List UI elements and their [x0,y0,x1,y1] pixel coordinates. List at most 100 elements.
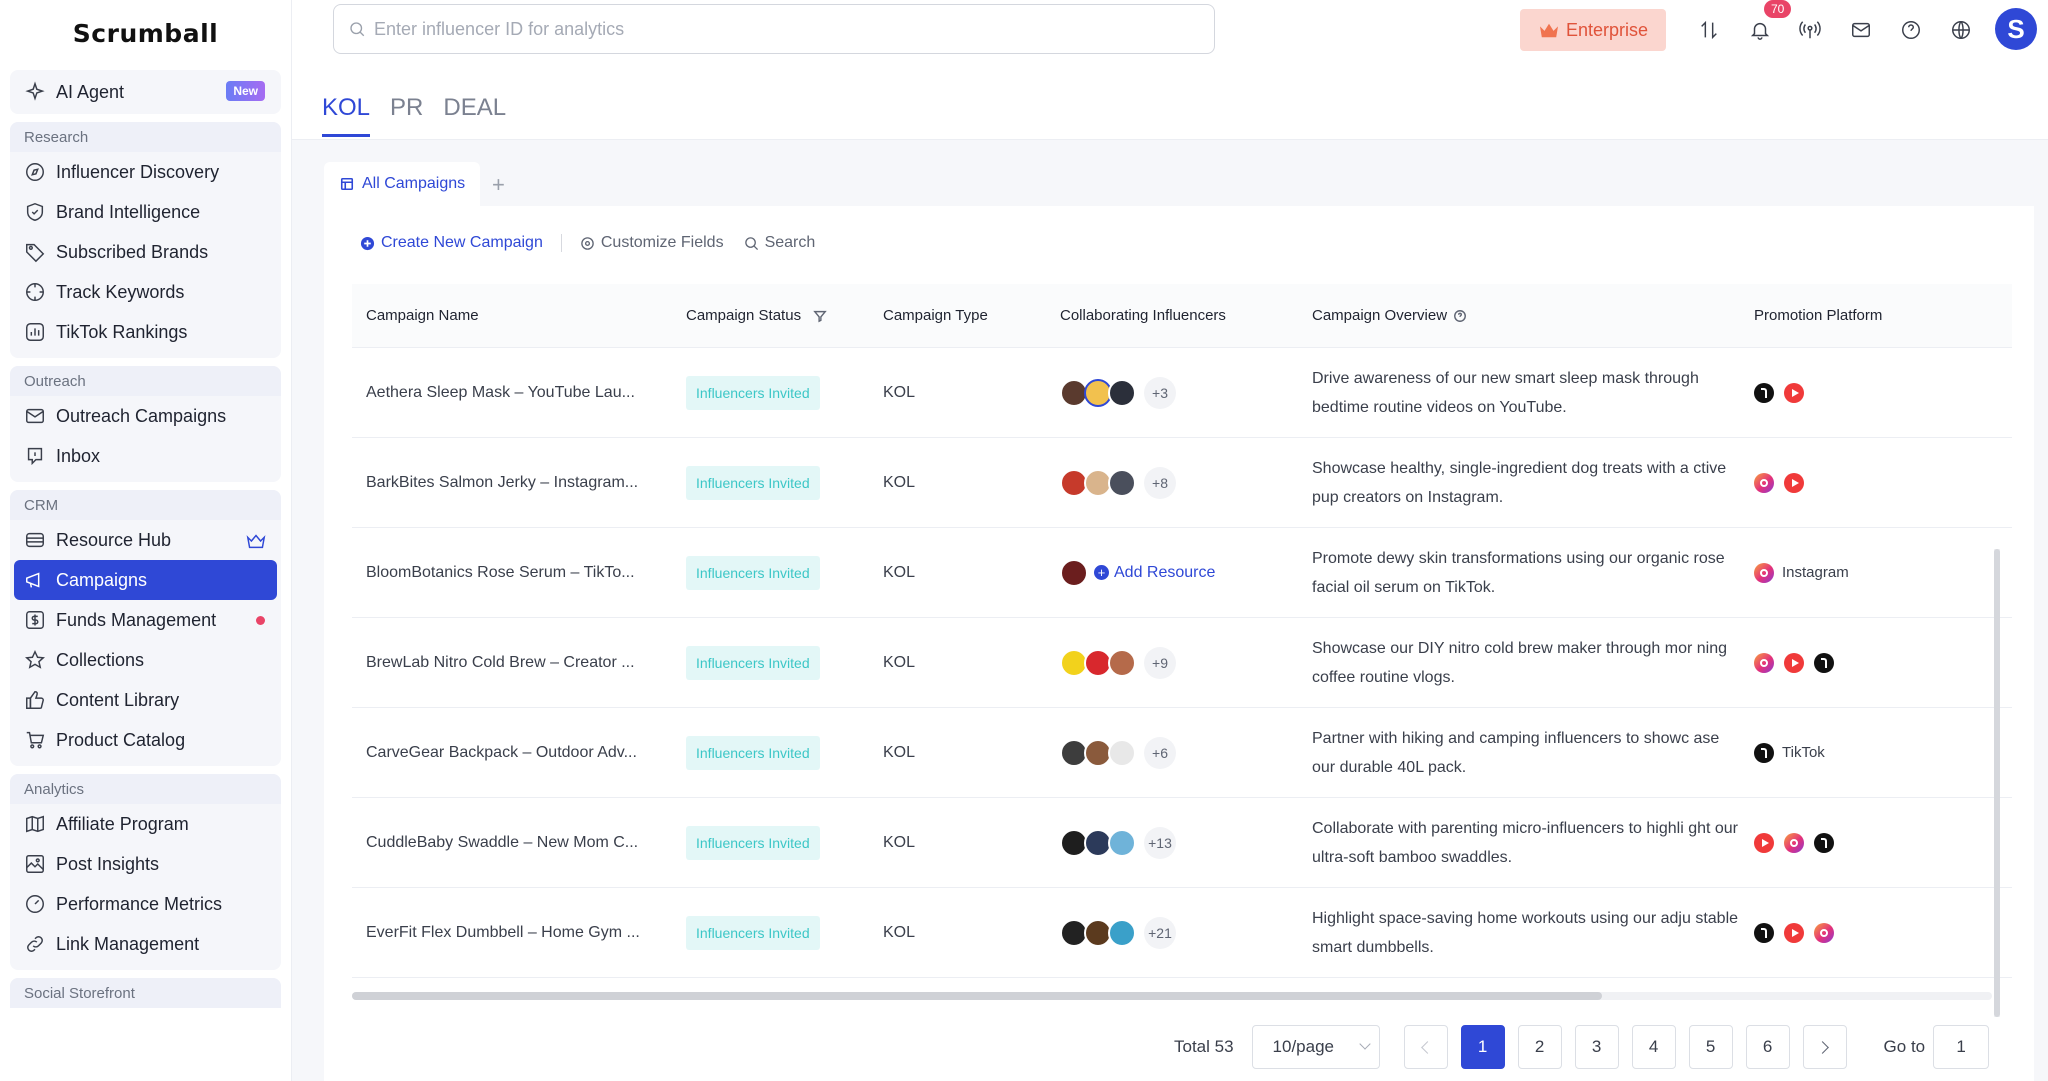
influencer-avatars[interactable]: +3 [1046,376,1298,409]
page-button-4[interactable]: 4 [1631,1025,1676,1069]
more-influencers-count[interactable]: +13 [1144,826,1176,859]
campaign-name[interactable]: BloomBotanics Rose Serum – TikTo... [352,564,672,582]
add-resource-button[interactable]: + Add Resource [1094,564,1215,582]
more-influencers-count[interactable]: +9 [1144,646,1176,679]
sidebar-item-product-catalog[interactable]: Product Catalog [14,720,277,760]
user-avatar[interactable]: S [1995,8,2037,50]
envelope-icon[interactable] [1849,18,1873,42]
influencer-avatars[interactable]: +21 [1046,916,1298,949]
search-input[interactable] [374,18,1194,40]
influencer-avatars[interactable]: +8 [1046,466,1298,499]
prev-page-button[interactable] [1403,1025,1448,1069]
influencer-avatar[interactable] [1060,558,1088,587]
influencer-avatar[interactable] [1108,738,1136,767]
header-campaign-type[interactable]: Campaign Type [869,307,1046,324]
influencer-avatars[interactable]: +6 [1046,736,1298,769]
crown-icon [1539,23,1558,38]
customize-fields-button[interactable]: Customize Fields [580,234,724,252]
sidebar-item-funds-management[interactable]: Funds Management [14,600,277,640]
influencer-avatar[interactable] [1108,468,1136,497]
header-campaign-name[interactable]: Campaign Name [352,307,672,324]
campaign-name[interactable]: CarveGear Backpack – Outdoor Adv... [352,744,672,762]
sidebar-item-track-keywords[interactable]: Track Keywords [14,272,277,312]
campaign-name[interactable]: BrewLab Nitro Cold Brew – Creator ... [352,654,672,672]
more-influencers-count[interactable]: +3 [1144,376,1176,409]
sidebar-item-content-library[interactable]: Content Library [14,680,277,720]
enterprise-button[interactable]: Enterprise [1520,9,1666,51]
sidebar-item-outreach-campaigns[interactable]: Outreach Campaigns [14,396,277,436]
table-row[interactable]: CuddleBaby Swaddle – New Mom C... Influe… [352,798,2012,888]
header-promotion-platform[interactable]: Promotion Platform [1740,307,1990,324]
header-campaign-status[interactable]: Campaign Status [672,307,869,324]
page-button-6[interactable]: 6 [1745,1025,1790,1069]
table-row[interactable]: CarveGear Backpack – Outdoor Adv... Infl… [352,708,2012,798]
app-logo[interactable]: Scrumball [0,0,291,66]
sidebar-item-link-management[interactable]: Link Management [14,924,277,964]
broadcast-icon[interactable] [1798,18,1822,42]
tab-all-campaigns[interactable]: All Campaigns [324,162,480,206]
total-count: Total 53 [1174,1037,1234,1056]
table-search-button[interactable]: Search [744,234,815,252]
sidebar-item-campaigns[interactable]: Campaigns [14,560,277,600]
table-row[interactable]: Aethera Sleep Mask – YouTube Lau... Infl… [352,348,2012,438]
page-button-3[interactable]: 3 [1574,1025,1619,1069]
sidebar-item-collections[interactable]: Collections [14,640,277,680]
sidebar-item-inbox[interactable]: Inbox [14,436,277,476]
sidebar-item-post-insights[interactable]: Post Insights [14,844,277,884]
sidebar-item-performance-metrics[interactable]: Performance Metrics [14,884,277,924]
influencer-avatars[interactable]: +9 [1046,646,1298,679]
campaign-name[interactable]: Aethera Sleep Mask – YouTube Lau... [352,384,672,402]
sidebar-item-label: Brand Intelligence [56,201,201,222]
influencer-avatar[interactable] [1108,828,1136,857]
status-badge: Influencers Invited [686,735,820,770]
sidebar-item-influencer-discovery[interactable]: Influencer Discovery [14,152,277,192]
sidebar-item-tiktok-rankings[interactable]: TikTok Rankings [14,312,277,352]
campaign-name[interactable]: CuddleBaby Swaddle – New Mom C... [352,834,672,852]
page-size-select[interactable]: 10/page [1251,1025,1380,1069]
table-row[interactable]: BloomBotanics Rose Serum – TikTo... Infl… [352,528,2012,618]
influencer-avatar[interactable] [1108,378,1136,407]
info-icon[interactable] [1453,309,1467,323]
more-influencers-count[interactable]: +8 [1144,466,1176,499]
influencer-avatars[interactable]: + Add Resource [1046,558,1298,587]
sidebar-item-ai-agent[interactable]: AI Agent New [14,70,277,114]
sidebar-item-affiliate-program[interactable]: Affiliate Program [14,804,277,844]
influencer-avatar[interactable] [1108,918,1136,947]
header-campaign-overview[interactable]: Campaign Overview [1298,301,1740,330]
promotion-platforms [1740,652,1990,673]
page-button-2[interactable]: 2 [1517,1025,1562,1069]
scrollbar-thumb[interactable] [1994,549,2000,1017]
add-view-button[interactable]: + [492,172,505,198]
table-row[interactable]: BarkBites Salmon Jerky – Instagram... In… [352,438,2012,528]
next-page-button[interactable] [1802,1025,1847,1069]
header-collaborating-influencers[interactable]: Collaborating Influencers [1046,307,1298,324]
horizontal-scrollbar[interactable] [352,992,1992,1000]
scrollbar-thumb[interactable] [352,992,1602,1000]
table-row[interactable]: BrewLab Nitro Cold Brew – Creator ... In… [352,618,2012,708]
sidebar-item-subscribed-brands[interactable]: Subscribed Brands [14,232,277,272]
campaign-name[interactable]: BarkBites Salmon Jerky – Instagram... [352,474,672,492]
influencer-avatars[interactable]: +13 [1046,826,1298,859]
tab-pr[interactable]: PR [390,94,423,137]
more-influencers-count[interactable]: +6 [1144,736,1176,769]
page-button-5[interactable]: 5 [1688,1025,1733,1069]
goto-page-input[interactable] [1933,1025,1990,1069]
influencer-avatar[interactable] [1108,648,1136,677]
table-row[interactable]: EverFit Flex Dumbbell – Home Gym ... Inf… [352,888,2012,978]
campaign-toolbar: Create New Campaign Customize Fields Sea… [360,234,815,252]
tab-kol[interactable]: KOL [322,94,371,137]
more-influencers-count[interactable]: +21 [1144,916,1176,949]
influencer-search[interactable] [333,4,1215,54]
bell-icon[interactable] [1748,18,1772,42]
campaign-name[interactable]: EverFit Flex Dumbbell – Home Gym ... [352,924,672,942]
create-campaign-button[interactable]: Create New Campaign [360,234,543,252]
sidebar-item-brand-intelligence[interactable]: Brand Intelligence [14,192,277,232]
page-button-1[interactable]: 1 [1460,1025,1505,1069]
help-icon[interactable] [1899,18,1923,42]
tab-deal[interactable]: DEAL [443,94,506,137]
swap-icon[interactable] [1697,18,1721,42]
globe-icon[interactable] [1949,18,1973,42]
filter-icon[interactable] [813,309,827,323]
sidebar-item-resource-hub[interactable]: Resource Hub [14,520,277,560]
vertical-scrollbar[interactable] [1994,549,2000,1017]
